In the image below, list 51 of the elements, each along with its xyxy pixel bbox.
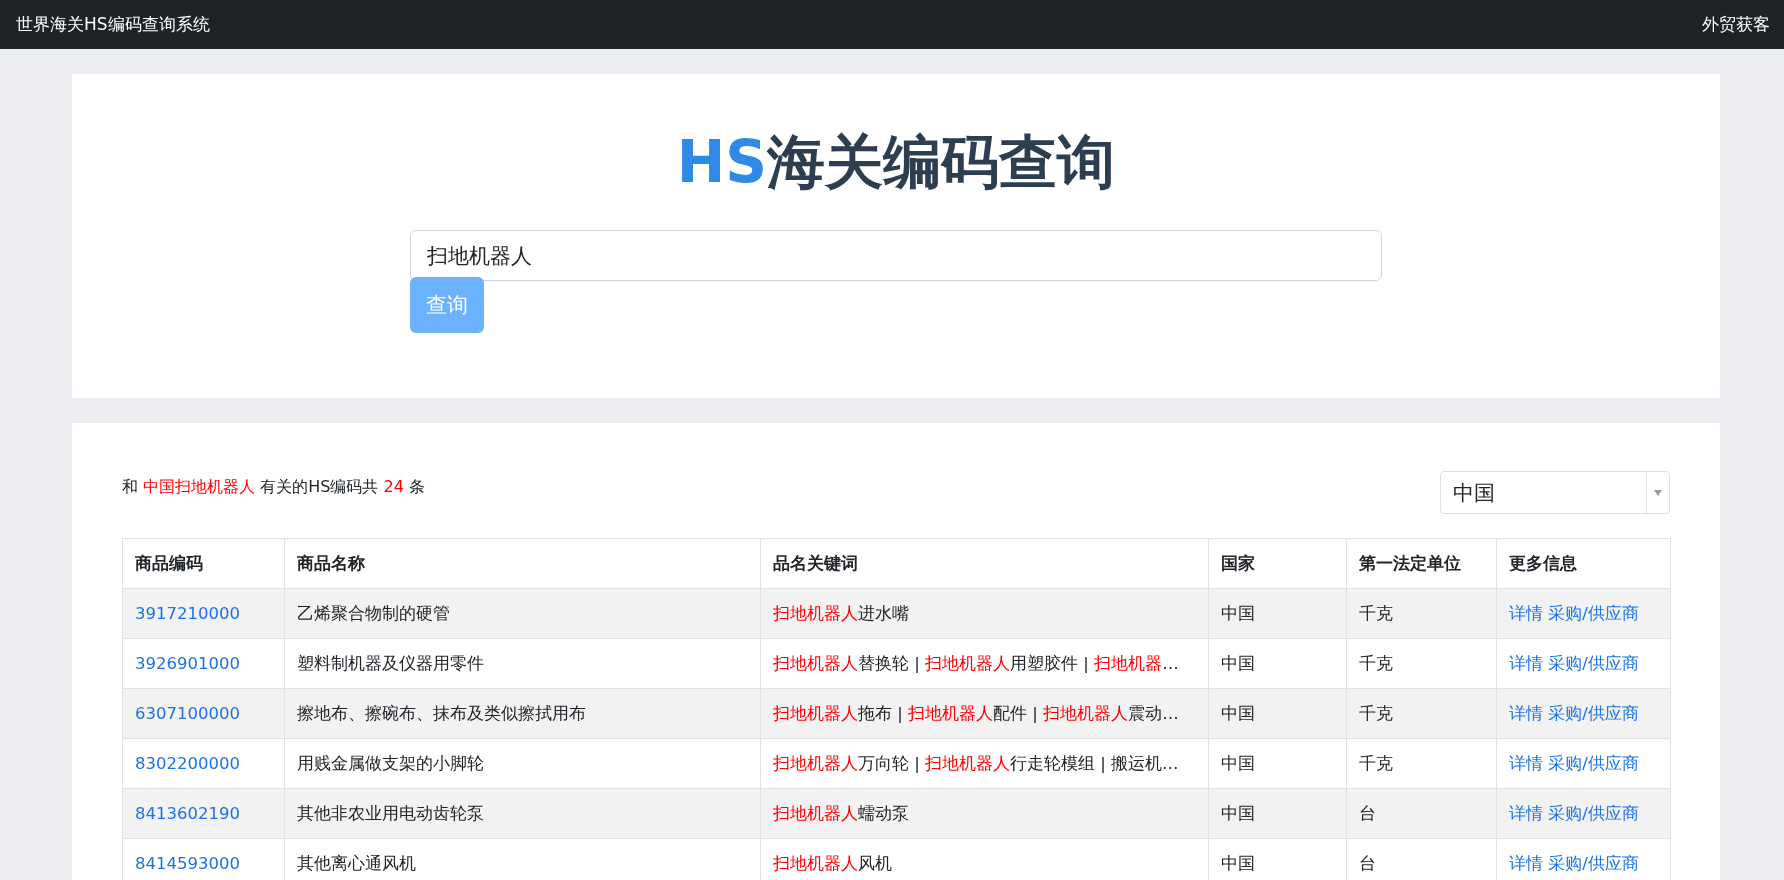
table-cell: 千克 bbox=[1346, 588, 1497, 639]
column-header: 第一法定单位 bbox=[1346, 538, 1497, 589]
hs-code-link[interactable]: 8302200000 bbox=[135, 754, 240, 773]
hs-code-link[interactable]: 3926901000 bbox=[135, 654, 240, 673]
details-link[interactable]: 详情 bbox=[1509, 703, 1543, 723]
details-link[interactable]: 详情 bbox=[1509, 753, 1543, 773]
hs-code-link[interactable]: 6307100000 bbox=[135, 704, 240, 723]
column-header: 商品名称 bbox=[284, 538, 761, 589]
hs-code-link[interactable]: 3917210000 bbox=[135, 604, 240, 623]
table-cell: 千克 bbox=[1346, 688, 1497, 739]
search-field[interactable]: 扫地机器人 bbox=[410, 230, 1382, 281]
details-link[interactable]: 详情 bbox=[1509, 803, 1543, 823]
details-link[interactable]: 详情 bbox=[1509, 653, 1543, 673]
purchase-link[interactable]: 采购/供应商 bbox=[1548, 853, 1639, 873]
purchase-link[interactable]: 采购/供应商 bbox=[1548, 803, 1639, 823]
hs-code-link[interactable]: 8413602190 bbox=[135, 804, 240, 823]
table-cell: 其他非农业用电动齿轮泵 bbox=[284, 788, 761, 839]
details-link[interactable]: 详情 bbox=[1509, 853, 1543, 873]
table-cell: 用贱金属做支架的小脚轮 bbox=[284, 738, 761, 789]
table-cell: 中国 bbox=[1208, 738, 1347, 789]
details-link[interactable]: 详情 bbox=[1509, 603, 1543, 623]
table-cell: 中国 bbox=[1208, 688, 1347, 739]
nav-link[interactable]: 外贸获客 bbox=[1702, 13, 1770, 36]
table-cell: 千克 bbox=[1346, 638, 1497, 689]
table-cell: 擦地布、擦碗布、抹布及类似擦拭用布 bbox=[284, 688, 761, 739]
purchase-link[interactable]: 采购/供应商 bbox=[1548, 653, 1639, 673]
keywords-cell: 扫地机器人替换轮 | 扫地机器人用塑胶件 | 扫地机器… bbox=[760, 638, 1209, 689]
column-header: 国家 bbox=[1208, 538, 1347, 589]
table-cell: 台 bbox=[1346, 788, 1497, 839]
table-cell: 千克 bbox=[1346, 738, 1497, 789]
table-cell: 中国 bbox=[1208, 638, 1347, 689]
keywords-cell: 扫地机器人万向轮 | 扫地机器人行走轮模组 | 搬运机… bbox=[760, 738, 1209, 789]
purchase-link[interactable]: 采购/供应商 bbox=[1548, 603, 1639, 623]
purchase-link[interactable]: 采购/供应商 bbox=[1548, 703, 1639, 723]
keywords-cell: 扫地机器人拖布 | 扫地机器人配件 | 扫地机器人震动… bbox=[760, 688, 1209, 739]
column-header: 品名关键词 bbox=[760, 538, 1209, 589]
keywords-cell: 扫地机器人进水嘴 bbox=[760, 588, 1209, 639]
column-header: 更多信息 bbox=[1496, 538, 1671, 589]
result-summary: 和 中国扫地机器人 有关的HS编码共 24 条 bbox=[122, 477, 425, 498]
table-cell: 塑料制机器及仪器用零件 bbox=[284, 638, 761, 689]
purchase-link[interactable]: 采购/供应商 bbox=[1548, 753, 1639, 773]
column-header: 商品编码 bbox=[122, 538, 285, 589]
country-select[interactable]: 中国 bbox=[1440, 471, 1670, 514]
table-cell: 中国 bbox=[1208, 788, 1347, 839]
page-heading: HS海关编码查询 bbox=[676, 127, 1116, 198]
site-title[interactable]: 世界海关HS编码查询系统 bbox=[16, 13, 210, 36]
caret-icon bbox=[1654, 489, 1662, 496]
hs-code-link[interactable]: 8414593000 bbox=[135, 854, 240, 873]
keywords-cell: 扫地机器人蠕动泵 bbox=[760, 788, 1209, 839]
table-cell: 中国 bbox=[1208, 588, 1347, 639]
table-cell: 乙烯聚合物制的硬管 bbox=[284, 588, 761, 639]
